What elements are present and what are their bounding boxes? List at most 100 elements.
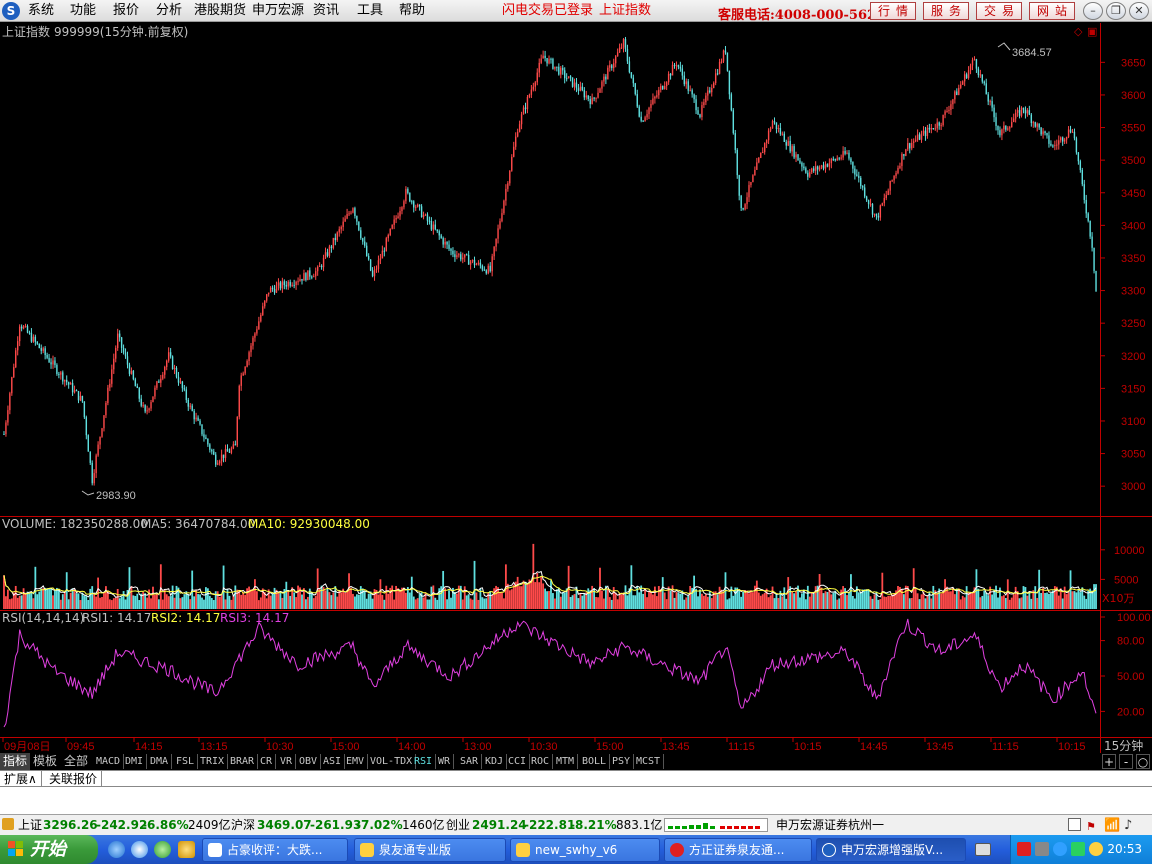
tab-extend[interactable]: 扩展∧ bbox=[0, 771, 42, 787]
taskbar-window-4[interactable]: 方正证券泉友通... bbox=[664, 838, 812, 862]
add-pane-button[interactable]: + bbox=[1102, 754, 1116, 769]
candle-body bbox=[17, 341, 19, 351]
status-flag-icon[interactable]: ⚑ bbox=[1086, 817, 1096, 836]
candle-body bbox=[901, 154, 903, 166]
tray-app-icon[interactable] bbox=[1089, 842, 1103, 856]
indicator-tab-fsl[interactable]: FSL bbox=[173, 754, 199, 769]
indicator-tab-asi[interactable]: ASI bbox=[320, 754, 346, 769]
menu-system[interactable]: 系统 bbox=[28, 3, 54, 19]
indicator-tab-dmi[interactable]: DMI bbox=[122, 754, 148, 769]
minimize-icon[interactable]: – bbox=[1083, 2, 1103, 20]
trade-button[interactable]: 交易 bbox=[976, 2, 1022, 20]
menu-tools[interactable]: 工具 bbox=[357, 3, 383, 19]
candle-body bbox=[481, 265, 484, 270]
service-button[interactable]: 服务 bbox=[923, 2, 969, 20]
candle-body bbox=[711, 87, 713, 93]
media-icon[interactable] bbox=[154, 841, 171, 858]
taskbar-window-3[interactable]: new_swhy_v6 bbox=[510, 838, 660, 862]
diamond-icon[interactable]: ◇ bbox=[1074, 25, 1082, 39]
tab-template[interactable]: 模板 bbox=[30, 753, 60, 770]
volume-bar bbox=[595, 596, 597, 609]
tab-indicator[interactable]: 指标 bbox=[0, 753, 31, 770]
start-button[interactable]: 开始 bbox=[0, 835, 98, 864]
menu-news[interactable]: 资讯 bbox=[313, 3, 339, 19]
quote-button[interactable]: 行情 bbox=[870, 2, 916, 20]
indicator-tab-mtm[interactable]: MTM bbox=[553, 754, 579, 769]
indicator-tab-rsi[interactable]: RSI bbox=[411, 754, 437, 769]
volume-bar bbox=[1050, 592, 1052, 609]
candle-body bbox=[638, 106, 640, 117]
status-lock-icon[interactable] bbox=[2, 818, 14, 830]
volume-bar bbox=[804, 599, 807, 609]
volume-bar bbox=[495, 585, 497, 609]
taskbar-window-5[interactable]: 申万宏源增强版V... bbox=[816, 838, 966, 862]
menu-analysis[interactable]: 分析 bbox=[156, 3, 182, 19]
candle-body bbox=[107, 387, 109, 403]
tray-flag-icon[interactable] bbox=[1017, 842, 1031, 856]
candle-body bbox=[142, 405, 144, 407]
candle-body bbox=[393, 219, 395, 225]
keyboard-icon[interactable] bbox=[975, 843, 991, 856]
indicator-tab-roc[interactable]: ROC bbox=[528, 754, 554, 769]
indicator-tab-mcst[interactable]: MCST bbox=[633, 754, 665, 769]
time-tick-label: 10:15 bbox=[1058, 741, 1086, 753]
volume-bar bbox=[28, 593, 31, 609]
indicator-tab-boll[interactable]: BOLL bbox=[579, 754, 611, 769]
candle-body bbox=[999, 130, 1001, 136]
tray-network-icon[interactable] bbox=[1053, 842, 1067, 856]
indicator-tab-vol-tdx[interactable]: VOL-TDX bbox=[367, 754, 417, 769]
browser-icon[interactable] bbox=[131, 841, 148, 858]
indicator-tab-wr[interactable]: WR bbox=[435, 754, 455, 769]
candle-body bbox=[575, 82, 578, 89]
tab-related-quotes[interactable]: 关联报价 bbox=[45, 771, 103, 787]
indicator-tab-trix[interactable]: TRIX bbox=[197, 754, 229, 769]
volume-bar bbox=[510, 589, 513, 609]
ie-icon[interactable] bbox=[108, 841, 125, 858]
indicator-tab-obv[interactable]: OBV bbox=[296, 754, 322, 769]
period-label[interactable]: 15分钟 bbox=[1104, 739, 1143, 753]
menu-help[interactable]: 帮助 bbox=[399, 3, 425, 19]
indicator-tab-brar[interactable]: BRAR bbox=[227, 754, 259, 769]
chart-area[interactable]: 3000 3050 3100 3150 3200 3250 3300 3350 3400 3450… bbox=[0, 23, 1152, 753]
indicator-tab-vr[interactable]: VR bbox=[277, 754, 297, 769]
indicator-tab-psy[interactable]: PSY bbox=[609, 754, 635, 769]
indicator-tab-sar[interactable]: SAR bbox=[457, 754, 483, 769]
quicklaunch-expand-icon[interactable] bbox=[178, 841, 195, 858]
indicator-tab-macd[interactable]: MACD bbox=[93, 754, 125, 769]
volume-bar bbox=[444, 588, 447, 609]
restore-icon[interactable]: ❐ bbox=[1106, 2, 1126, 20]
chart-canvas[interactable]: 3000 3050 3100 3150 3200 3250 3300 3350 3400 3450… bbox=[0, 23, 1152, 753]
volume-bar bbox=[642, 593, 645, 609]
time-tick-label: 10:30 bbox=[266, 741, 294, 753]
candle-body bbox=[1026, 110, 1029, 114]
candle-body bbox=[591, 97, 593, 105]
app-logo-icon[interactable]: S bbox=[2, 2, 20, 20]
candle-body bbox=[1020, 107, 1023, 116]
indicator-tab-cr[interactable]: CR bbox=[257, 754, 277, 769]
indicator-tab-kdj[interactable]: KDJ bbox=[482, 754, 508, 769]
website-button[interactable]: 网站 bbox=[1029, 2, 1075, 20]
tray-speaker-icon[interactable] bbox=[1035, 842, 1049, 856]
status-panel-icon[interactable] bbox=[1068, 818, 1081, 831]
remove-pane-button[interactable]: - bbox=[1119, 754, 1133, 769]
close-pane-button[interactable]: ○ bbox=[1136, 754, 1150, 769]
taskbar-window-1[interactable]: 占豪收评：大跌... bbox=[202, 838, 348, 862]
indicator-tab-emv[interactable]: EMV bbox=[343, 754, 369, 769]
menu-hk-futures[interactable]: 港股期货 bbox=[194, 3, 246, 19]
menu-swhy[interactable]: 申万宏源 bbox=[252, 3, 304, 19]
index-status-bar: 上证 3296.26 -242.92 -6.86% 2409亿 沪深 3469.… bbox=[0, 814, 1152, 835]
signal-icon[interactable]: 📶 bbox=[1104, 816, 1120, 835]
taskbar-window-2[interactable]: 泉友通专业版 bbox=[354, 838, 506, 862]
menu-quote[interactable]: 报价 bbox=[113, 3, 139, 19]
candle-body bbox=[391, 224, 393, 229]
indicator-tab-cci[interactable]: CCI bbox=[505, 754, 531, 769]
tab-all[interactable]: 全部 bbox=[61, 753, 91, 770]
close-icon[interactable]: ✕ bbox=[1129, 2, 1149, 20]
volume-bar bbox=[201, 597, 203, 609]
tray-shield-icon[interactable] bbox=[1071, 842, 1085, 856]
maximize-pane-icon[interactable]: ▣ bbox=[1087, 25, 1097, 39]
indicator-tab-dma[interactable]: DMA bbox=[147, 754, 173, 769]
speaker-icon[interactable]: ♪ bbox=[1124, 816, 1132, 835]
candle-body bbox=[548, 58, 550, 64]
menu-function[interactable]: 功能 bbox=[70, 3, 96, 19]
